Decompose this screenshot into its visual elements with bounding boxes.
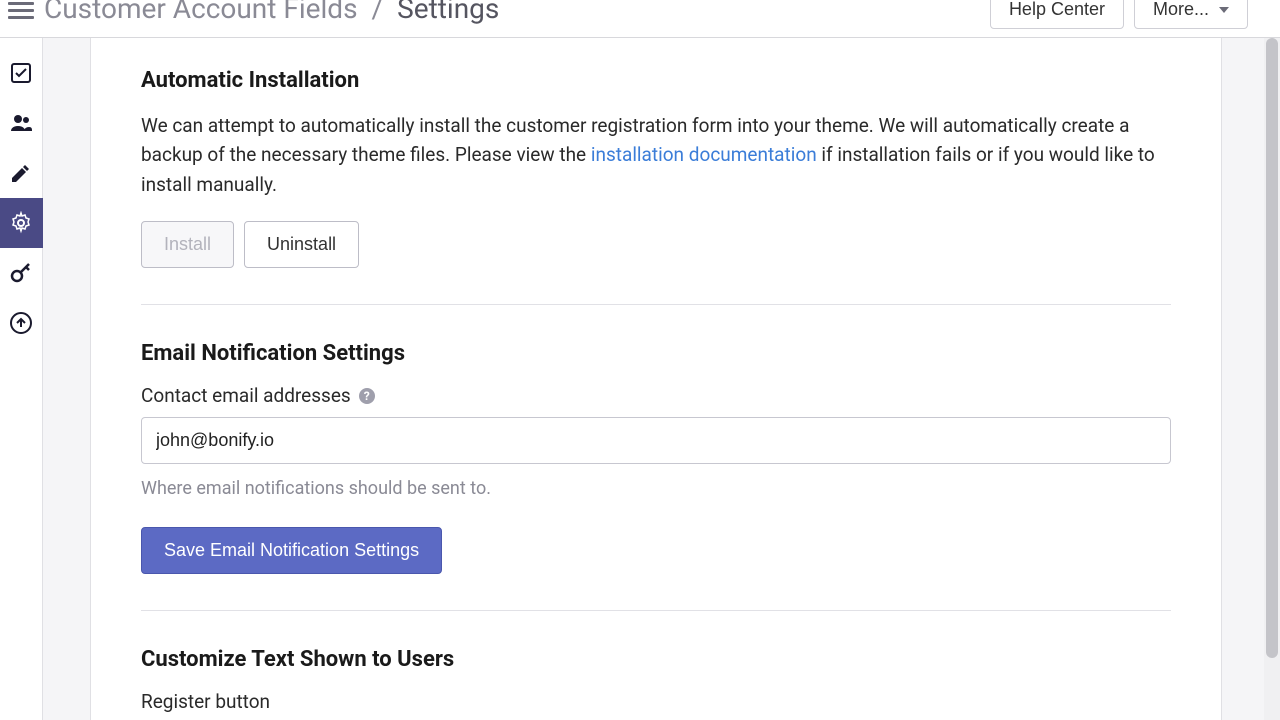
main-content: Automatic Installation We can attempt to… (90, 38, 1222, 720)
install-body: We can attempt to automatically install … (141, 111, 1171, 199)
key-icon (9, 261, 33, 285)
checklist-icon (9, 61, 33, 85)
header-actions: Help Center More... (990, 0, 1248, 29)
gear-icon (9, 211, 33, 235)
sidebar-item-upload[interactable] (0, 298, 43, 348)
register-button-label: Register button (141, 690, 1171, 713)
edit-icon (9, 161, 33, 185)
page-header: Customer Account Fields / Settings Help … (0, 0, 1280, 38)
contact-email-label: Contact email addresses ? (141, 384, 1171, 407)
scrollbar-track[interactable] (1264, 38, 1280, 720)
contact-email-label-text: Contact email addresses (141, 384, 351, 407)
email-title: Email Notification Settings (141, 341, 1171, 366)
section-automatic-installation: Automatic Installation We can attempt to… (141, 68, 1171, 268)
uninstall-button[interactable]: Uninstall (244, 221, 359, 268)
install-title: Automatic Installation (141, 68, 1171, 93)
more-button[interactable]: More... (1134, 0, 1248, 29)
breadcrumb-separator: / (372, 0, 384, 25)
scrollbar-thumb[interactable] (1266, 38, 1278, 658)
install-button[interactable]: Install (141, 221, 234, 268)
breadcrumb-current: Settings (397, 0, 499, 25)
upload-icon (9, 311, 33, 335)
save-email-settings-button[interactable]: Save Email Notification Settings (141, 527, 442, 574)
sidebar-item-checklist[interactable] (0, 48, 43, 98)
section-email-notifications: Email Notification Settings Contact emai… (141, 341, 1171, 574)
help-center-label: Help Center (1009, 0, 1105, 20)
sidebar (0, 38, 43, 720)
users-icon (9, 111, 33, 135)
divider (141, 610, 1171, 611)
sidebar-item-key[interactable] (0, 248, 43, 298)
breadcrumb-parent[interactable]: Customer Account Fields (44, 0, 358, 25)
hamburger-icon[interactable] (8, 2, 34, 19)
divider (141, 304, 1171, 305)
contact-email-helper: Where email notifications should be sent… (141, 478, 1171, 499)
sidebar-item-settings[interactable] (0, 198, 43, 248)
sidebar-item-users[interactable] (0, 98, 43, 148)
chevron-down-icon (1219, 7, 1229, 13)
installation-documentation-link[interactable]: installation documentation (591, 143, 817, 166)
more-label: More... (1153, 0, 1209, 20)
customize-title: Customize Text Shown to Users (141, 647, 1171, 672)
breadcrumb: Customer Account Fields / Settings (44, 0, 499, 25)
help-icon[interactable]: ? (359, 388, 375, 404)
register-button-label-text: Register button (141, 690, 270, 713)
section-customize-text: Customize Text Shown to Users Register b… (141, 647, 1171, 720)
install-button-row: Install Uninstall (141, 221, 1171, 268)
sidebar-item-edit[interactable] (0, 148, 43, 198)
contact-email-input[interactable] (141, 417, 1171, 464)
help-center-button[interactable]: Help Center (990, 0, 1124, 29)
